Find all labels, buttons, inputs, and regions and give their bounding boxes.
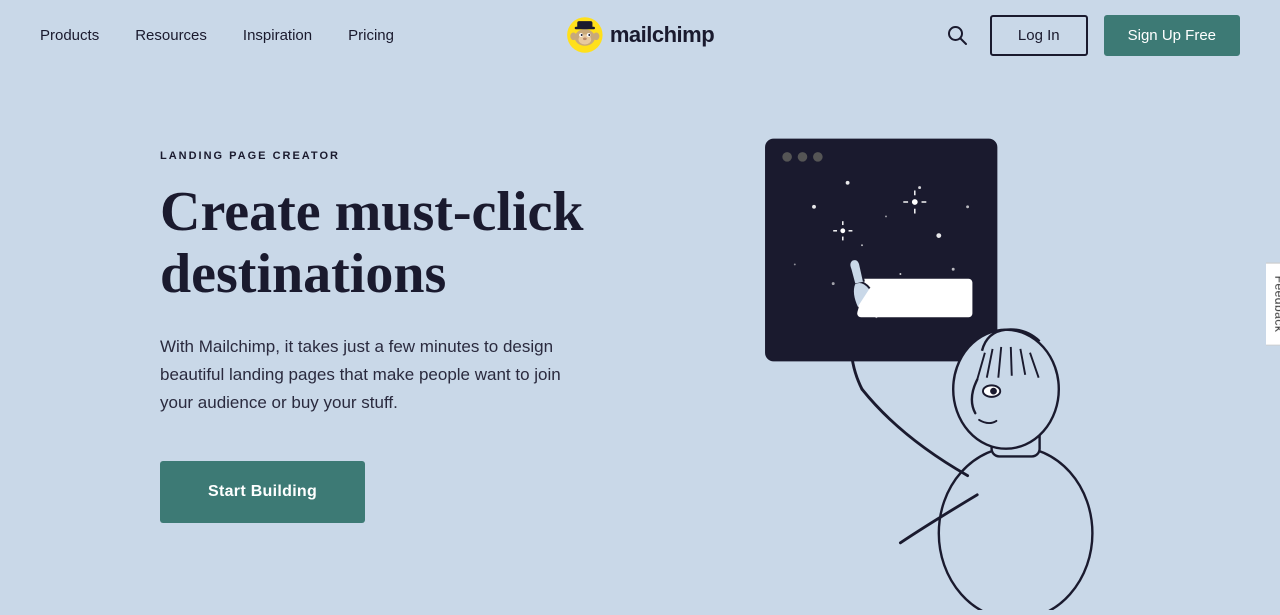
start-building-button[interactable]: Start Building bbox=[160, 461, 365, 523]
hero-label: LANDING PAGE CREATOR bbox=[160, 150, 640, 162]
feedback-tab[interactable]: Feedback bbox=[1267, 263, 1280, 346]
navbar: Products Resources Inspiration Pricing m… bbox=[0, 0, 1280, 70]
nav-item-inspiration[interactable]: Inspiration bbox=[243, 27, 312, 44]
hero-content: LANDING PAGE CREATOR Create must-click d… bbox=[160, 130, 640, 523]
search-icon bbox=[946, 24, 968, 46]
hero-illustration bbox=[700, 130, 1120, 610]
feedback-label: Feedback bbox=[1273, 276, 1280, 333]
nav-item-products[interactable]: Products bbox=[40, 27, 99, 44]
login-button[interactable]: Log In bbox=[990, 15, 1088, 56]
nav-item-resources[interactable]: Resources bbox=[135, 27, 207, 44]
logo-text: mailchimp bbox=[610, 22, 714, 48]
nav-right: Log In Sign Up Free bbox=[940, 15, 1240, 56]
nav-item-pricing[interactable]: Pricing bbox=[348, 27, 394, 44]
search-button[interactable] bbox=[940, 18, 974, 52]
logo[interactable]: mailchimp bbox=[566, 16, 714, 54]
signup-button[interactable]: Sign Up Free bbox=[1104, 15, 1240, 56]
logo-icon bbox=[566, 16, 604, 54]
hero-title: Create must-click destinations bbox=[160, 182, 640, 305]
hero-section: LANDING PAGE CREATOR Create must-click d… bbox=[0, 70, 1280, 610]
nav-left: Products Resources Inspiration Pricing bbox=[40, 27, 394, 44]
illustration-svg bbox=[700, 130, 1120, 610]
hero-description: With Mailchimp, it takes just a few minu… bbox=[160, 333, 590, 417]
